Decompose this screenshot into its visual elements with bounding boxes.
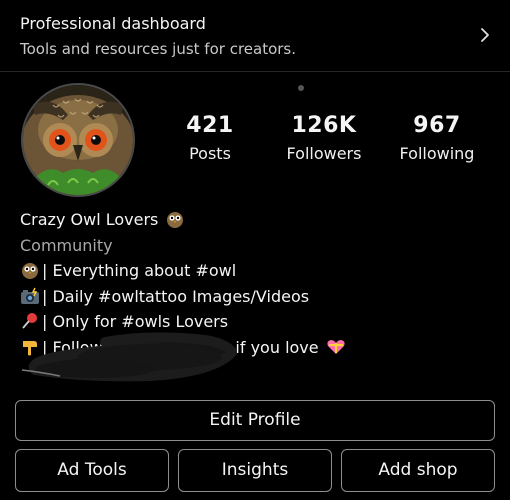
profile-name: Crazy Owl Lovers [20, 210, 159, 229]
camera-flash-emoji-icon [21, 287, 39, 304]
page-indicator-dot [298, 85, 304, 91]
bio-name-line: Crazy Owl Lovers [20, 207, 490, 233]
pointing-down-emoji-icon [23, 340, 37, 355]
bio-line-3: | Only for #owls Lovers [20, 309, 490, 335]
followers-label: Followers [286, 144, 362, 163]
posts-count: 421 [186, 113, 234, 138]
bio-line-2: | Daily #owltattoo Images/Videos [20, 284, 490, 310]
profile-category: Community [20, 235, 113, 255]
posts-label: Posts [189, 144, 231, 163]
stat-followers[interactable]: 126K Followers [269, 112, 379, 168]
profile-bio: Crazy Owl Lovers Community | Everything … [20, 207, 490, 386]
pushpin-emoji-icon [22, 313, 37, 329]
bio-line-4: | Follow ( s if you love [20, 335, 490, 361]
avatar[interactable] [21, 83, 135, 197]
bio-text-1: | Everything about #owl [42, 261, 237, 280]
professional-dashboard-banner[interactable]: Professional dashboard Tools and resourc… [0, 0, 510, 72]
bio-text-3: | Only for #owls Lovers [42, 312, 229, 331]
following-label: Following [399, 144, 475, 163]
owl-avatar-image [23, 85, 133, 195]
bio-line-1: | Everything about #owl [20, 258, 490, 284]
bio-text-4: | Follow ( [42, 337, 114, 357]
followers-count: 126K [291, 113, 357, 138]
add-shop-button[interactable]: Add shop [341, 449, 495, 492]
bio-text-2: | Daily #owltattoo Images/Videos [42, 286, 310, 306]
stat-posts[interactable]: 421 Posts [155, 112, 265, 168]
dashboard-title: Professional dashboard [20, 14, 206, 33]
dashboard-subtitle: Tools and resources just for creators. [20, 40, 297, 58]
stat-following[interactable]: 967 Following [382, 112, 492, 168]
insights-button[interactable]: Insights [178, 449, 332, 492]
bio-line-redacted [20, 360, 490, 386]
bio-text-5: s if you love [222, 337, 319, 357]
following-count: 967 [413, 113, 461, 138]
heart-ribbon-emoji-icon [327, 339, 345, 354]
owl-emoji-icon [22, 263, 38, 279]
ad-tools-button[interactable]: Ad Tools [15, 449, 169, 492]
chevron-right-icon[interactable] [478, 24, 492, 46]
owl-emoji-icon [167, 212, 184, 228]
edit-profile-button[interactable]: Edit Profile [15, 400, 495, 441]
